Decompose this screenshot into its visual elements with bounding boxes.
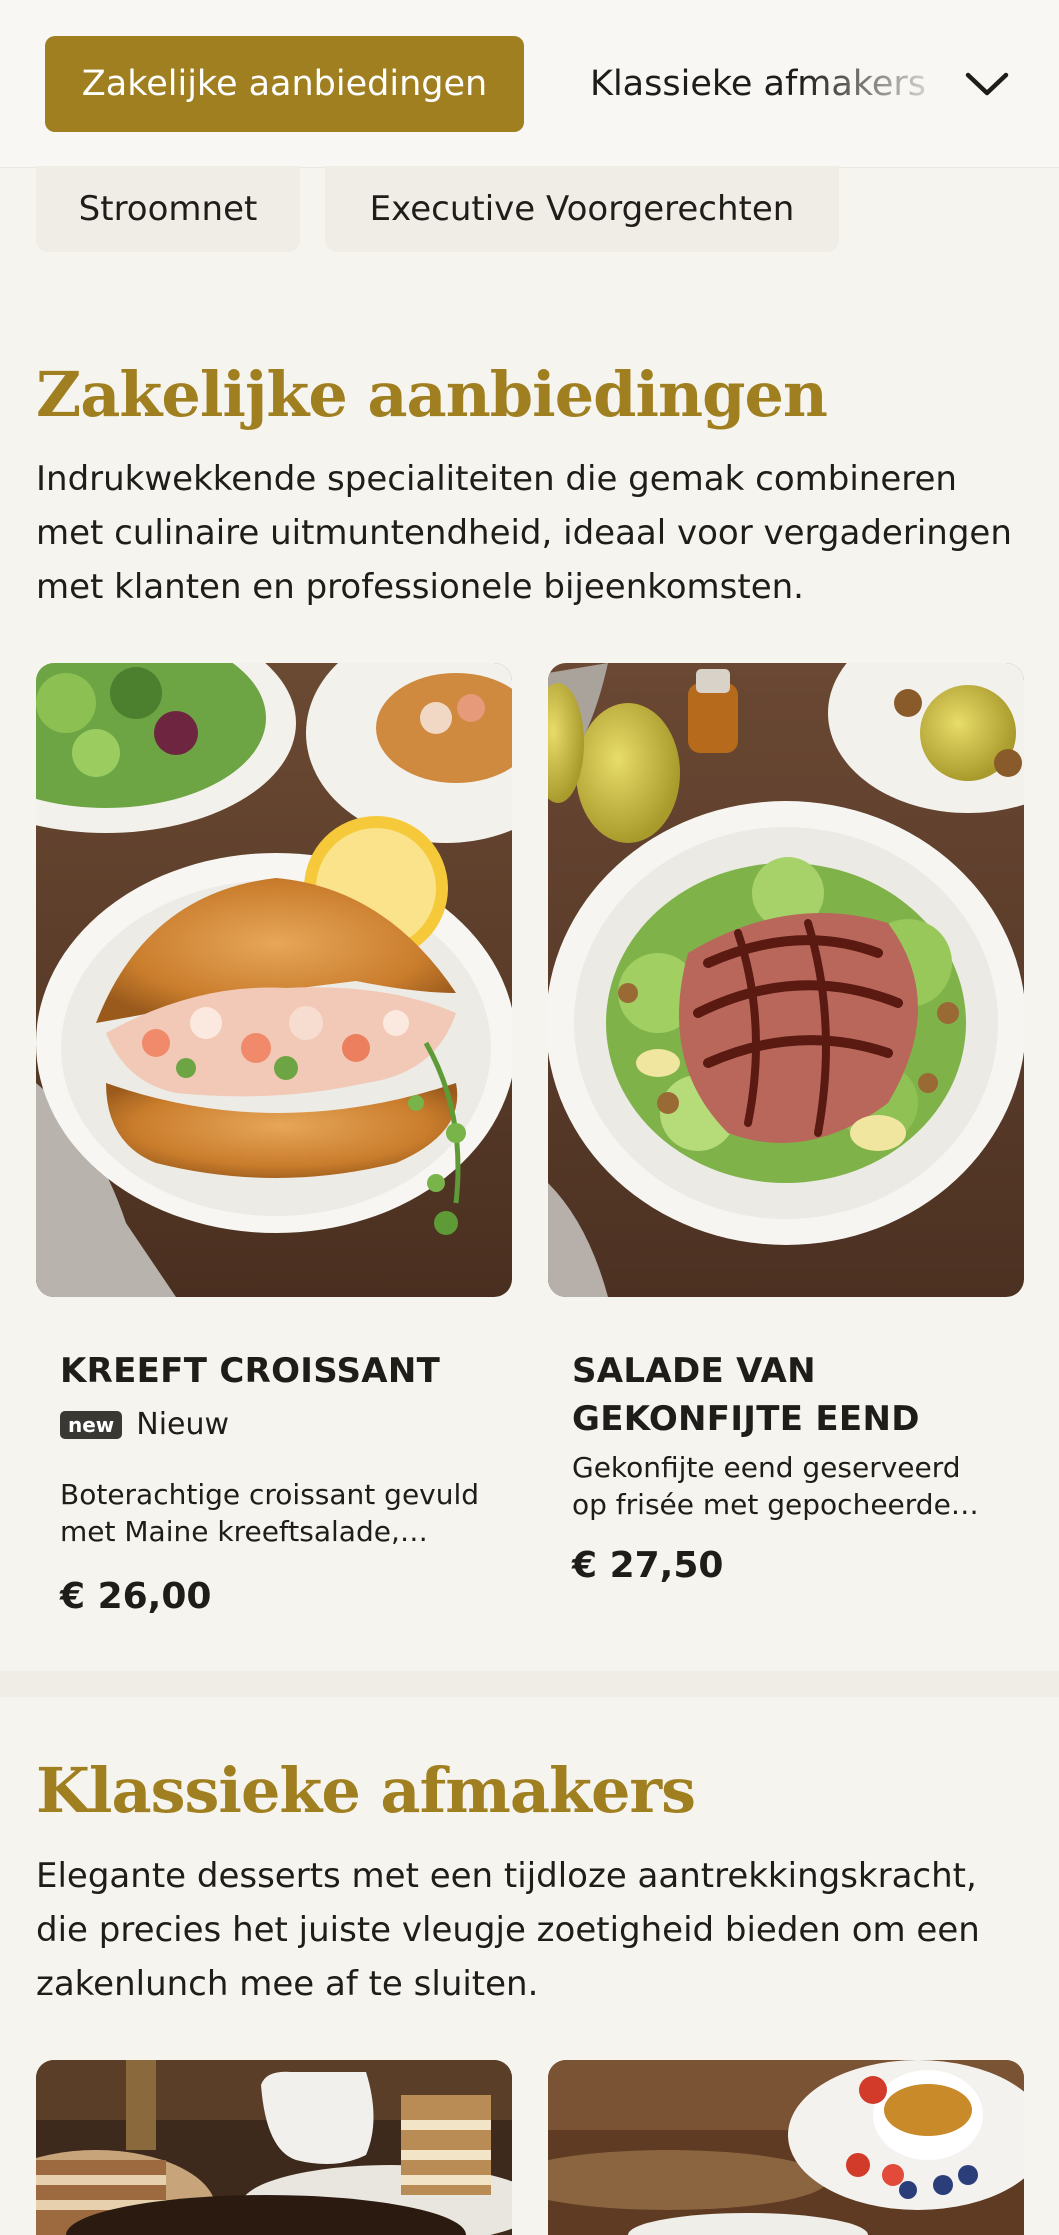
new-badge-icon: new <box>60 1410 123 1439</box>
item-description: Boterachtige croissant gevuld met Maine … <box>60 1478 480 1548</box>
menu-item-card[interactable]: KREEFT CROISSANT new Nieuw Boterachtige … <box>36 663 512 1617</box>
tab-klassieke-afmakers[interactable]: Klassieke afmakers <box>590 36 930 132</box>
section-title: Klassieke afmakers <box>36 1754 696 1827</box>
category-nav: Zakelijke aanbiedingen Klassieke afmaker… <box>0 0 1059 168</box>
item-title: SALADE VAN GEKONFIJTE EEND <box>572 1351 920 1439</box>
tab-stroomnet[interactable]: Stroomnet <box>36 166 300 252</box>
menu-item-card[interactable] <box>36 2060 512 2235</box>
section-description: Indrukwekkende specialiteiten die gemak … <box>36 459 1012 607</box>
dish-image-cake <box>36 2060 512 2235</box>
item-title: KREEFT CROISSANT <box>60 1351 441 1391</box>
new-badge-label: Nieuw <box>136 1407 230 1442</box>
dish-image-duck-salad <box>548 663 1024 1297</box>
section-title: Zakelijke aanbiedingen <box>36 358 828 431</box>
menu-item-card[interactable] <box>548 2060 1024 2235</box>
tab-zakelijke-aanbiedingen[interactable]: Zakelijke aanbiedingen <box>45 36 524 132</box>
dish-image-creme-brulee <box>548 2060 1024 2235</box>
menu-item-card[interactable]: SALADE VAN GEKONFIJTE EEND Gekonfijte ee… <box>548 663 1024 1586</box>
new-badge: new Nieuw <box>60 1407 488 1442</box>
item-price: € 26,00 <box>60 1576 212 1617</box>
section-divider <box>0 1671 1059 1697</box>
dish-image-lobster-croissant <box>36 663 512 1297</box>
item-description: Gekonfijte eend geserveerd op frisée met… <box>572 1451 961 1521</box>
tab-executive-voorgerechten[interactable]: Executive Voorgerechten <box>325 166 839 252</box>
section-description: Elegante desserts met een tijdloze aantr… <box>36 1856 980 2004</box>
chevron-down-icon[interactable] <box>958 58 1016 110</box>
item-price: € 27,50 <box>572 1545 724 1586</box>
